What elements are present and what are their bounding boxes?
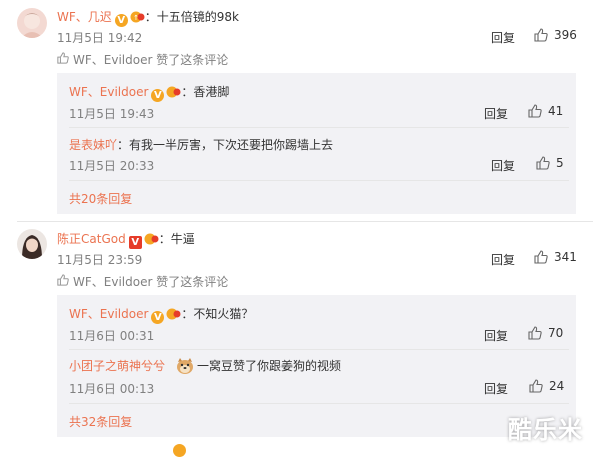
like-button[interactable]: 24 bbox=[529, 379, 564, 396]
reply-time: 11月5日 19:43 bbox=[69, 107, 155, 121]
thumbs-up-icon bbox=[534, 28, 548, 45]
reply-text: ：有我一半厉害，下次还要把你踢墙上去 bbox=[117, 138, 334, 152]
verified-badge-icon: V bbox=[151, 89, 165, 102]
reply-time: 11月5日 20:33 bbox=[69, 159, 155, 173]
partial-badges bbox=[170, 444, 186, 460]
username-link[interactable]: WF、Evildoer bbox=[69, 85, 148, 99]
like-button[interactable]: 41 bbox=[528, 104, 563, 121]
reply-button[interactable]: 回复 bbox=[484, 105, 508, 122]
reply-button[interactable]: 回复 bbox=[491, 29, 515, 46]
thumbs-up-icon bbox=[57, 52, 69, 67]
more-replies-link[interactable]: 共20条回复 bbox=[69, 190, 132, 207]
divider bbox=[69, 180, 569, 181]
like-button[interactable]: 341 bbox=[534, 250, 577, 267]
reply-header: WF、Evildoer V ：香港脚 bbox=[69, 83, 229, 102]
like-count: 41 bbox=[548, 104, 564, 118]
like-button[interactable]: 396 bbox=[534, 28, 577, 45]
comment-time: 11月5日 23:59 bbox=[57, 253, 143, 267]
vip-badge-icon bbox=[166, 307, 181, 320]
verified-badge-icon bbox=[173, 444, 186, 457]
reply-button[interactable]: 回复 bbox=[484, 380, 508, 397]
like-button[interactable]: 5 bbox=[536, 156, 564, 173]
avatar[interactable] bbox=[17, 229, 47, 259]
vip-badge-icon bbox=[166, 85, 181, 98]
reply-text: ：不知火猫？ bbox=[181, 307, 254, 321]
liked-by-text: WF、Evildoer 赞了这条评论 bbox=[73, 275, 229, 289]
reply-header: WF、Evildoer V ：不知火猫？ bbox=[69, 305, 253, 324]
verified-badge-icon: V bbox=[114, 14, 128, 27]
thumbs-up-icon bbox=[529, 379, 543, 396]
reply-time: 11月6日 00:31 bbox=[69, 329, 155, 343]
thumbs-up-icon bbox=[528, 104, 542, 121]
like-button[interactable]: 70 bbox=[528, 326, 563, 343]
watermark: 酷乐米 bbox=[508, 416, 583, 444]
comment-time: 11月5日 19:42 bbox=[57, 31, 143, 45]
reply-button[interactable]: 回复 bbox=[484, 327, 508, 344]
svg-text:↑: ↑ bbox=[133, 14, 139, 22]
like-count: 5 bbox=[556, 156, 564, 170]
dog-emoji-icon bbox=[175, 357, 195, 378]
liked-by-row: WF、Evildoer 赞了这条评论 bbox=[57, 273, 228, 290]
comment-divider bbox=[17, 221, 593, 222]
comment-text: ：十五倍镜的98k bbox=[144, 10, 240, 24]
like-count: 70 bbox=[548, 326, 564, 340]
reply-header: 小团子之萌神兮兮 一窝豆赞了你跟姜狗的视频 bbox=[69, 357, 341, 378]
liked-by-row: WF、Evildoer 赞了这条评论 bbox=[57, 51, 228, 68]
verified-badge-icon: V bbox=[128, 236, 142, 249]
like-count: 24 bbox=[549, 379, 565, 393]
avatar[interactable] bbox=[17, 8, 47, 38]
reply-header: 是表妹吖：有我一半厉害，下次还要把你踢墙上去 bbox=[69, 136, 333, 153]
username-link[interactable]: WF、Evildoer bbox=[69, 307, 148, 321]
divider bbox=[69, 403, 569, 404]
reply-button[interactable]: 回复 bbox=[491, 251, 515, 268]
like-count: 396 bbox=[554, 28, 577, 42]
username-link[interactable]: 是表妹吖 bbox=[69, 138, 117, 152]
verified-badge-icon: V bbox=[151, 311, 165, 324]
comment-header: WF、几迟 V ↑ ：十五倍镜的98k bbox=[57, 8, 239, 27]
divider bbox=[69, 349, 569, 350]
like-count: 341 bbox=[554, 250, 577, 264]
thumbs-up-icon bbox=[536, 156, 550, 173]
thumbs-up-icon bbox=[57, 274, 69, 289]
username-link[interactable]: 小团子之萌神兮兮 bbox=[69, 359, 165, 373]
reply-button[interactable]: 回复 bbox=[491, 157, 515, 174]
comment-header: 陈正CatGod V ：牛逼 bbox=[57, 230, 195, 249]
vip-badge-icon: ↑ bbox=[130, 10, 145, 23]
comment-text: ：牛逼 bbox=[158, 232, 195, 246]
thumbs-up-icon bbox=[528, 326, 542, 343]
reply-text: ：香港脚 bbox=[181, 85, 230, 99]
divider bbox=[69, 127, 569, 128]
thumbs-up-icon bbox=[534, 250, 548, 267]
username-link[interactable]: 陈正CatGod bbox=[57, 232, 126, 246]
reply-text: 一窝豆赞了你跟姜狗的视频 bbox=[197, 359, 342, 373]
reply-time: 11月6日 00:13 bbox=[69, 382, 155, 396]
username-link[interactable]: WF、几迟 bbox=[57, 10, 112, 24]
vip-badge-icon bbox=[144, 232, 159, 245]
liked-by-text: WF、Evildoer 赞了这条评论 bbox=[73, 53, 229, 67]
more-replies-link[interactable]: 共32条回复 bbox=[69, 413, 132, 430]
